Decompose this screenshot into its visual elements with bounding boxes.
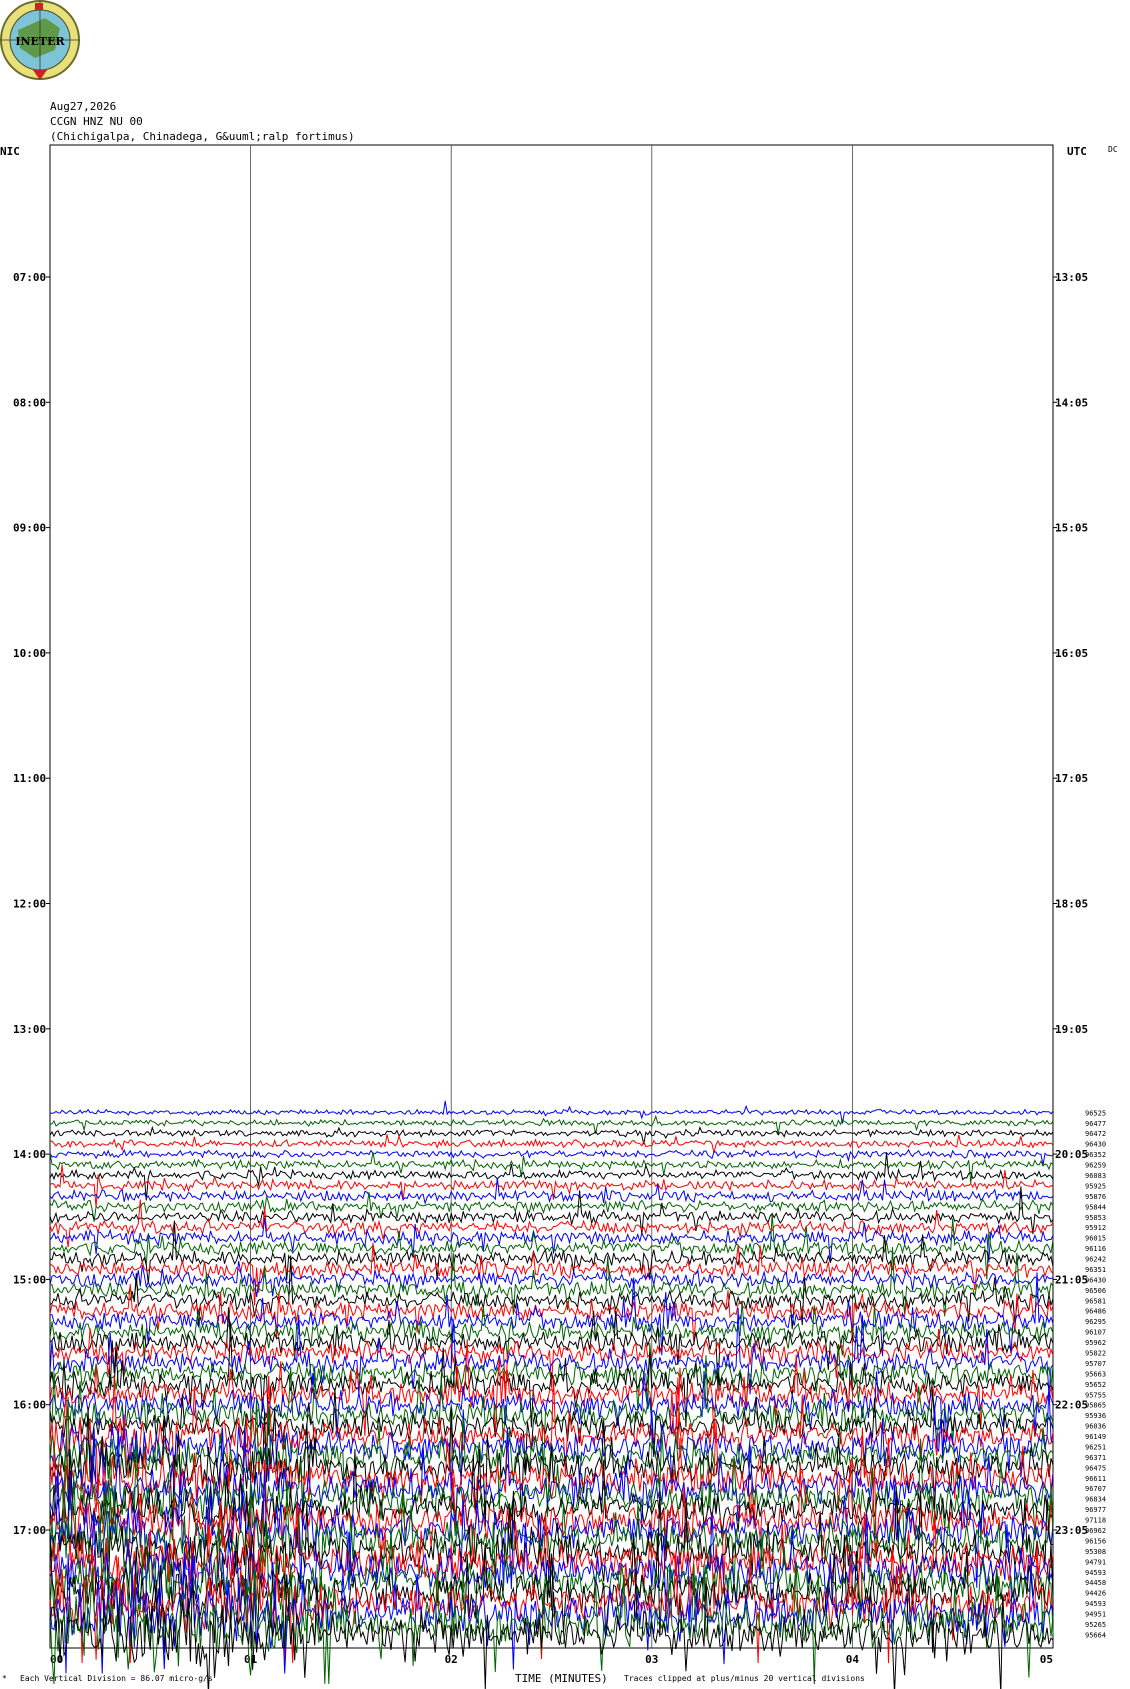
right-tick-label: 17:05 bbox=[1055, 772, 1088, 785]
trace-value-label: 95925 bbox=[1085, 1182, 1106, 1190]
trace-value-label: 96430 bbox=[1085, 1276, 1106, 1284]
trace-value-label: 94593 bbox=[1085, 1569, 1106, 1577]
trace-value-label: 94458 bbox=[1085, 1579, 1106, 1587]
right-tick-label: 20:05 bbox=[1055, 1148, 1088, 1161]
x-tick-label: 04 bbox=[846, 1653, 860, 1666]
trace-value-label: 96015 bbox=[1085, 1235, 1106, 1243]
trace-value-label: 96834 bbox=[1085, 1496, 1106, 1504]
trace-value-label: 94791 bbox=[1085, 1558, 1106, 1566]
trace-value-label: 94426 bbox=[1085, 1590, 1106, 1598]
trace-value-label: 94951 bbox=[1085, 1611, 1106, 1619]
right-tick-label: 23:05 bbox=[1055, 1524, 1088, 1537]
trace-value-label: 95663 bbox=[1085, 1370, 1106, 1378]
right-tick-label: 16:05 bbox=[1055, 647, 1088, 660]
trace-value-label: 95265 bbox=[1085, 1621, 1106, 1629]
trace-value-label: 96962 bbox=[1085, 1527, 1106, 1535]
trace-value-label: 96149 bbox=[1085, 1433, 1106, 1441]
seismic-trace bbox=[49, 1114, 1054, 1135]
footer-clip-note: Traces clipped at plus/minus 20 vertical… bbox=[624, 1674, 865, 1683]
trace-value-label: 96242 bbox=[1085, 1256, 1106, 1264]
trace-value-label: 95664 bbox=[1085, 1631, 1106, 1639]
trace-value-label: 96036 bbox=[1085, 1423, 1106, 1431]
trace-value-label: 95876 bbox=[1085, 1193, 1106, 1201]
trace-value-label: 96259 bbox=[1085, 1162, 1106, 1170]
seismogram-plot: 00 01 02 03 04 0507:0008:0009:0010:0011:0012:… bbox=[13, 144, 1106, 1689]
trace-value-label: 96351 bbox=[1085, 1266, 1106, 1274]
right-tick-label: 13:05 bbox=[1055, 271, 1088, 284]
trace-value-label: 96251 bbox=[1085, 1443, 1106, 1451]
right-tick-label: 14:05 bbox=[1055, 396, 1088, 409]
trace-value-label: 96295 bbox=[1085, 1318, 1106, 1326]
left-tick-label: 14:00 bbox=[13, 1148, 46, 1161]
trace-value-label: 96486 bbox=[1085, 1308, 1106, 1316]
trace-value-label: 95853 bbox=[1085, 1214, 1106, 1222]
trace-value-label: 95822 bbox=[1085, 1349, 1106, 1357]
trace-value-label: 94593 bbox=[1085, 1600, 1106, 1608]
trace-value-label: 97118 bbox=[1085, 1517, 1106, 1525]
trace-value-label: 95308 bbox=[1085, 1548, 1106, 1556]
trace-value-label: 96525 bbox=[1085, 1109, 1106, 1117]
left-tick-label: 07:00 bbox=[13, 271, 46, 284]
left-tick-label: 10:00 bbox=[13, 647, 46, 660]
seismic-trace bbox=[49, 1164, 1054, 1208]
trace-value-label: 96083 bbox=[1085, 1172, 1106, 1180]
left-tick-label: 12:00 bbox=[13, 898, 46, 911]
trace-value-label: 96116 bbox=[1085, 1245, 1106, 1253]
right-tick-label: 15:05 bbox=[1055, 522, 1088, 535]
trace-value-label: 96472 bbox=[1085, 1130, 1106, 1138]
left-tick-label: 16:00 bbox=[13, 1399, 46, 1412]
left-tick-label: 09:00 bbox=[13, 522, 46, 535]
right-tick-label: 21:05 bbox=[1055, 1273, 1088, 1286]
trace-value-label: 96156 bbox=[1085, 1537, 1106, 1545]
trace-value-label: 96581 bbox=[1085, 1297, 1106, 1305]
trace-value-label: 95912 bbox=[1085, 1224, 1106, 1232]
trace-value-label: 96107 bbox=[1085, 1329, 1106, 1337]
left-tick-label: 08:00 bbox=[13, 396, 46, 409]
trace-value-label: 95844 bbox=[1085, 1203, 1106, 1211]
seismic-trace bbox=[49, 1177, 1054, 1206]
seismic-trace bbox=[49, 1218, 1054, 1263]
left-tick-label: 11:00 bbox=[13, 772, 46, 785]
right-tick-label: 18:05 bbox=[1055, 898, 1088, 911]
trace-value-label: 95936 bbox=[1085, 1412, 1106, 1420]
seismic-trace bbox=[49, 1152, 1054, 1183]
footer-scale-note: Each Vertical Division = 86.07 micro-g/s bbox=[20, 1674, 213, 1683]
trace-value-label: 96430 bbox=[1085, 1141, 1106, 1149]
trace-value-label: 96371 bbox=[1085, 1454, 1106, 1462]
trace-value-label: 95652 bbox=[1085, 1381, 1106, 1389]
x-tick-label: 03 bbox=[645, 1653, 658, 1666]
seismic-trace bbox=[49, 1125, 1054, 1145]
trace-value-label: 96477 bbox=[1085, 1120, 1106, 1128]
right-tick-label: 22:05 bbox=[1055, 1399, 1088, 1412]
footer-mark: * bbox=[2, 1674, 7, 1683]
left-tick-label: 17:00 bbox=[13, 1524, 46, 1537]
trace-value-label: 96707 bbox=[1085, 1485, 1106, 1493]
right-tick-label: 19:05 bbox=[1055, 1023, 1088, 1036]
x-axis-title: TIME (MINUTES) bbox=[515, 1672, 608, 1685]
x-tick-label: 05 bbox=[1040, 1653, 1053, 1666]
x-tick-label: 02 bbox=[445, 1653, 458, 1666]
trace-value-label: 96475 bbox=[1085, 1464, 1106, 1472]
trace-value-label: 96611 bbox=[1085, 1475, 1106, 1483]
trace-value-label: 95755 bbox=[1085, 1391, 1106, 1399]
left-tick-label: 13:00 bbox=[13, 1023, 46, 1036]
trace-value-label: 95865 bbox=[1085, 1402, 1106, 1410]
seismic-trace bbox=[49, 1375, 1054, 1497]
trace-value-label: 96352 bbox=[1085, 1151, 1106, 1159]
trace-value-label: 96977 bbox=[1085, 1506, 1106, 1514]
trace-value-label: 95707 bbox=[1085, 1360, 1106, 1368]
trace-value-label: 95962 bbox=[1085, 1339, 1106, 1347]
left-tick-label: 15:00 bbox=[13, 1273, 46, 1286]
seismic-trace bbox=[49, 1134, 1054, 1154]
trace-value-label: 96506 bbox=[1085, 1287, 1106, 1295]
